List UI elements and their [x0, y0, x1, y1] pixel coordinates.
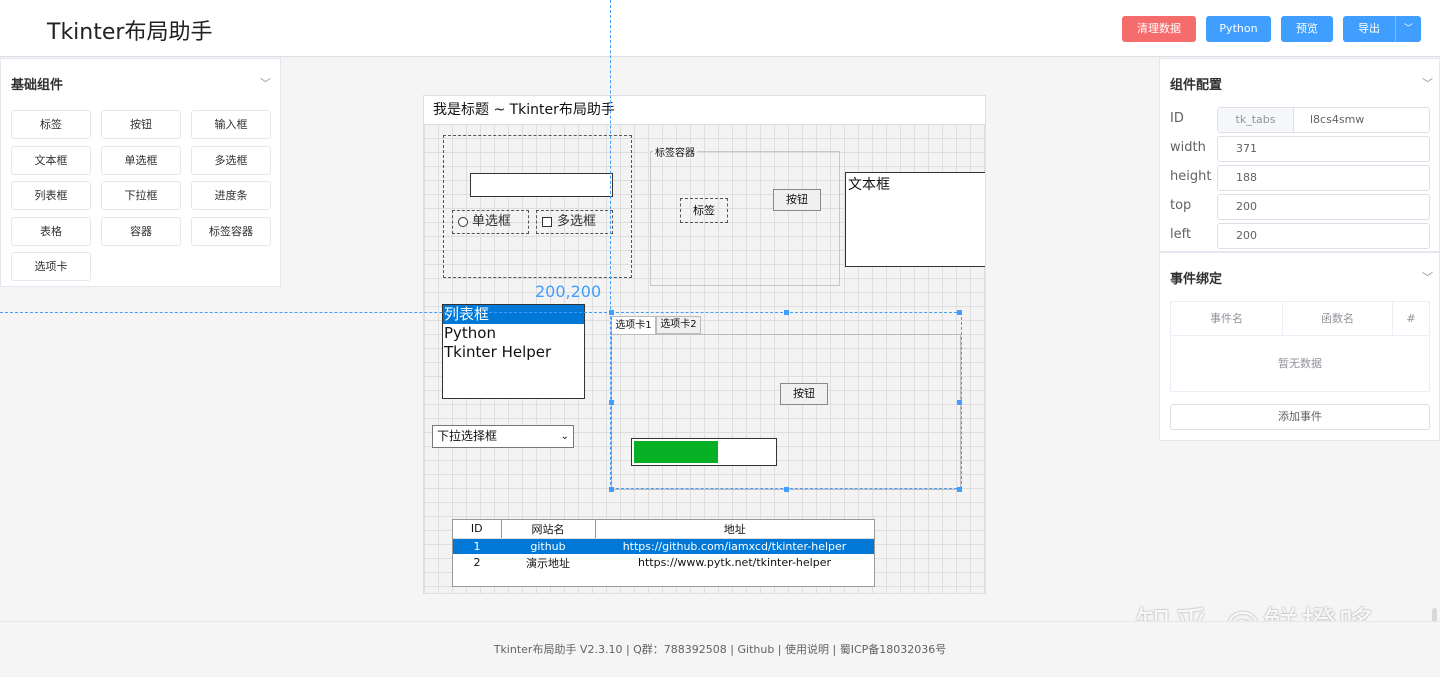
radio-circle-icon — [458, 217, 468, 227]
chevron-down-icon[interactable]: ⌄ — [561, 426, 569, 447]
width-label: width — [1170, 140, 1206, 155]
export-dropdown-icon[interactable]: ﹀ — [1395, 16, 1421, 42]
add-event-button[interactable]: 添加事件 — [1170, 404, 1430, 430]
resize-handle[interactable] — [957, 400, 962, 405]
height-label: height — [1170, 169, 1212, 184]
clear-data-button[interactable]: 清理数据 — [1122, 16, 1196, 42]
left-input[interactable]: 200 — [1217, 223, 1430, 249]
components-panel: 基础组件 ﹀ 标签 按钮 输入框文本框 单选框 多选框列表框 下拉框 进度条表格 容器 标签容器… — [0, 58, 281, 287]
component-item[interactable]: 标签 — [11, 110, 91, 139]
python-button[interactable]: Python — [1206, 16, 1271, 42]
chevron-down-icon[interactable]: ﹀ — [1422, 75, 1433, 91]
id-field[interactable]: tk_tabs l8cs4smw — [1217, 107, 1430, 133]
horizontal-guide-line — [0, 312, 612, 313]
component-item[interactable]: 文本框 — [11, 145, 91, 175]
progress-fill — [634, 441, 718, 463]
listbox-item[interactable]: Python — [443, 324, 584, 343]
resize-handle[interactable] — [784, 310, 789, 315]
checkbox[interactable]: 多选框 — [536, 210, 613, 234]
table-cell: 2 — [473, 556, 481, 569]
data-table[interactable]: ID 网站名 地址 1 github https://github.com/ia… — [452, 519, 875, 587]
listbox[interactable]: 列表框 Python Tkinter Helper — [442, 304, 585, 399]
id-label: ID — [1170, 111, 1184, 126]
listbox-item[interactable]: 列表框 — [443, 305, 584, 324]
top-input[interactable]: 200 — [1217, 194, 1430, 220]
config-panel-title: 组件配置 — [1170, 78, 1223, 93]
label-frame-button[interactable]: 按钮 — [773, 189, 821, 211]
top-header: Tkinter布局助手 清理数据 Python 预览 导出 ﹀ — [0, 0, 1440, 57]
events-panel-title: 事件绑定 — [1170, 272, 1223, 287]
events-col-func: 函数名 — [1283, 302, 1393, 335]
table-row[interactable]: 2 演示地址 https://www.pytk.net/tkinter-help… — [453, 554, 874, 571]
coordinate-label: 200,200 — [535, 282, 602, 301]
tabs-content-area[interactable] — [611, 334, 961, 490]
id-prefix: tk_tabs — [1218, 108, 1294, 132]
component-item[interactable]: 容器 — [101, 216, 181, 246]
component-item[interactable]: 进度条 — [191, 181, 271, 210]
chevron-down-icon[interactable]: ﹀ — [260, 75, 271, 91]
id-value[interactable]: l8cs4smw — [1294, 108, 1364, 132]
events-col-hash: # — [1406, 312, 1416, 325]
events-empty-text: 暂无数据 — [1278, 357, 1322, 370]
footer: Tkinter布局助手 V2.3.10 | Q群：788392508 | Git… — [0, 621, 1440, 677]
tab-2[interactable]: 选项卡2 — [656, 316, 701, 334]
table-cell: https://github.com/iamxcd/tkinter-helper — [622, 539, 847, 553]
checkbox-label: 多选框 — [557, 214, 597, 229]
component-item[interactable]: 下拉框 — [101, 181, 181, 210]
resize-handle[interactable] — [957, 487, 962, 492]
preview-button[interactable]: 预览 — [1281, 16, 1333, 42]
resize-handle[interactable] — [784, 487, 789, 492]
chevron-down-icon[interactable]: ﹀ — [1422, 269, 1433, 285]
text-entry[interactable] — [470, 173, 613, 197]
listbox-item[interactable]: Tkinter Helper — [443, 343, 584, 362]
table-header[interactable]: 地址 — [595, 520, 874, 539]
frame-container[interactable] — [443, 135, 632, 278]
component-item[interactable]: 选项卡 — [11, 252, 91, 281]
table-cell: https://www.pytk.net/tkinter-helper — [638, 556, 831, 569]
combobox[interactable]: 下拉选择框 ⌄ — [432, 425, 574, 448]
config-panel: 组件配置 ﹀ ID tk_tabs l8cs4smw width 371 hei… — [1159, 58, 1440, 252]
left-label: left — [1170, 227, 1192, 242]
table-row[interactable]: 1 github https://github.com/iamxcd/tkint… — [453, 538, 874, 554]
text-widget[interactable]: 文本框 — [845, 172, 985, 267]
export-button[interactable]: 导出 — [1343, 16, 1395, 42]
top-label: top — [1170, 198, 1192, 213]
combobox-value: 下拉选择框 — [437, 429, 498, 443]
component-item[interactable]: 按钮 — [101, 110, 181, 139]
vertical-guide-line — [610, 0, 611, 490]
component-item[interactable]: 多选框 — [191, 145, 271, 175]
label-frame-title: 标签容器 — [653, 144, 697, 159]
tab-button[interactable]: 按钮 — [780, 383, 828, 405]
width-input[interactable]: 371 — [1217, 136, 1430, 162]
table-header[interactable]: ID — [453, 520, 502, 539]
table-cell: github — [530, 539, 566, 553]
design-canvas[interactable]: 我是标题 ~ Tkinter布局助手 单选框 多选框 标签容器 标签 按钮 文本… — [423, 95, 986, 594]
table-header[interactable]: 网站名 — [501, 520, 596, 539]
height-input[interactable]: 188 — [1217, 165, 1430, 191]
component-item[interactable]: 单选框 — [101, 145, 181, 175]
tab-1[interactable]: 选项卡1 — [611, 316, 656, 334]
checkbox-square-icon — [542, 217, 552, 227]
resize-handle[interactable] — [957, 310, 962, 315]
events-table: 事件名 函数名 # 暂无数据 — [1170, 301, 1430, 392]
events-col-event: 事件名 — [1171, 302, 1283, 335]
events-panel: 事件绑定 ﹀ 事件名 函数名 # 暂无数据 添加事件 — [1159, 252, 1440, 441]
label-frame[interactable] — [650, 151, 840, 286]
window-title-bar: 我是标题 ~ Tkinter布局助手 — [424, 96, 985, 125]
export-button-group: 导出 ﹀ — [1343, 16, 1421, 42]
component-item[interactable]: 标签容器 — [191, 216, 271, 246]
progress-bar — [631, 438, 777, 466]
app-title: Tkinter布局助手 — [47, 20, 213, 45]
radio-button[interactable]: 单选框 — [452, 210, 529, 234]
table-cell: 演示地址 — [526, 556, 570, 570]
table-cell: 1 — [473, 539, 481, 553]
component-item[interactable]: 输入框 — [191, 110, 271, 139]
components-panel-title: 基础组件 — [11, 78, 64, 93]
label-widget[interactable]: 标签 — [680, 198, 728, 223]
radio-label: 单选框 — [472, 214, 512, 229]
component-item[interactable]: 列表框 — [11, 181, 91, 210]
component-item[interactable]: 表格 — [11, 216, 91, 246]
